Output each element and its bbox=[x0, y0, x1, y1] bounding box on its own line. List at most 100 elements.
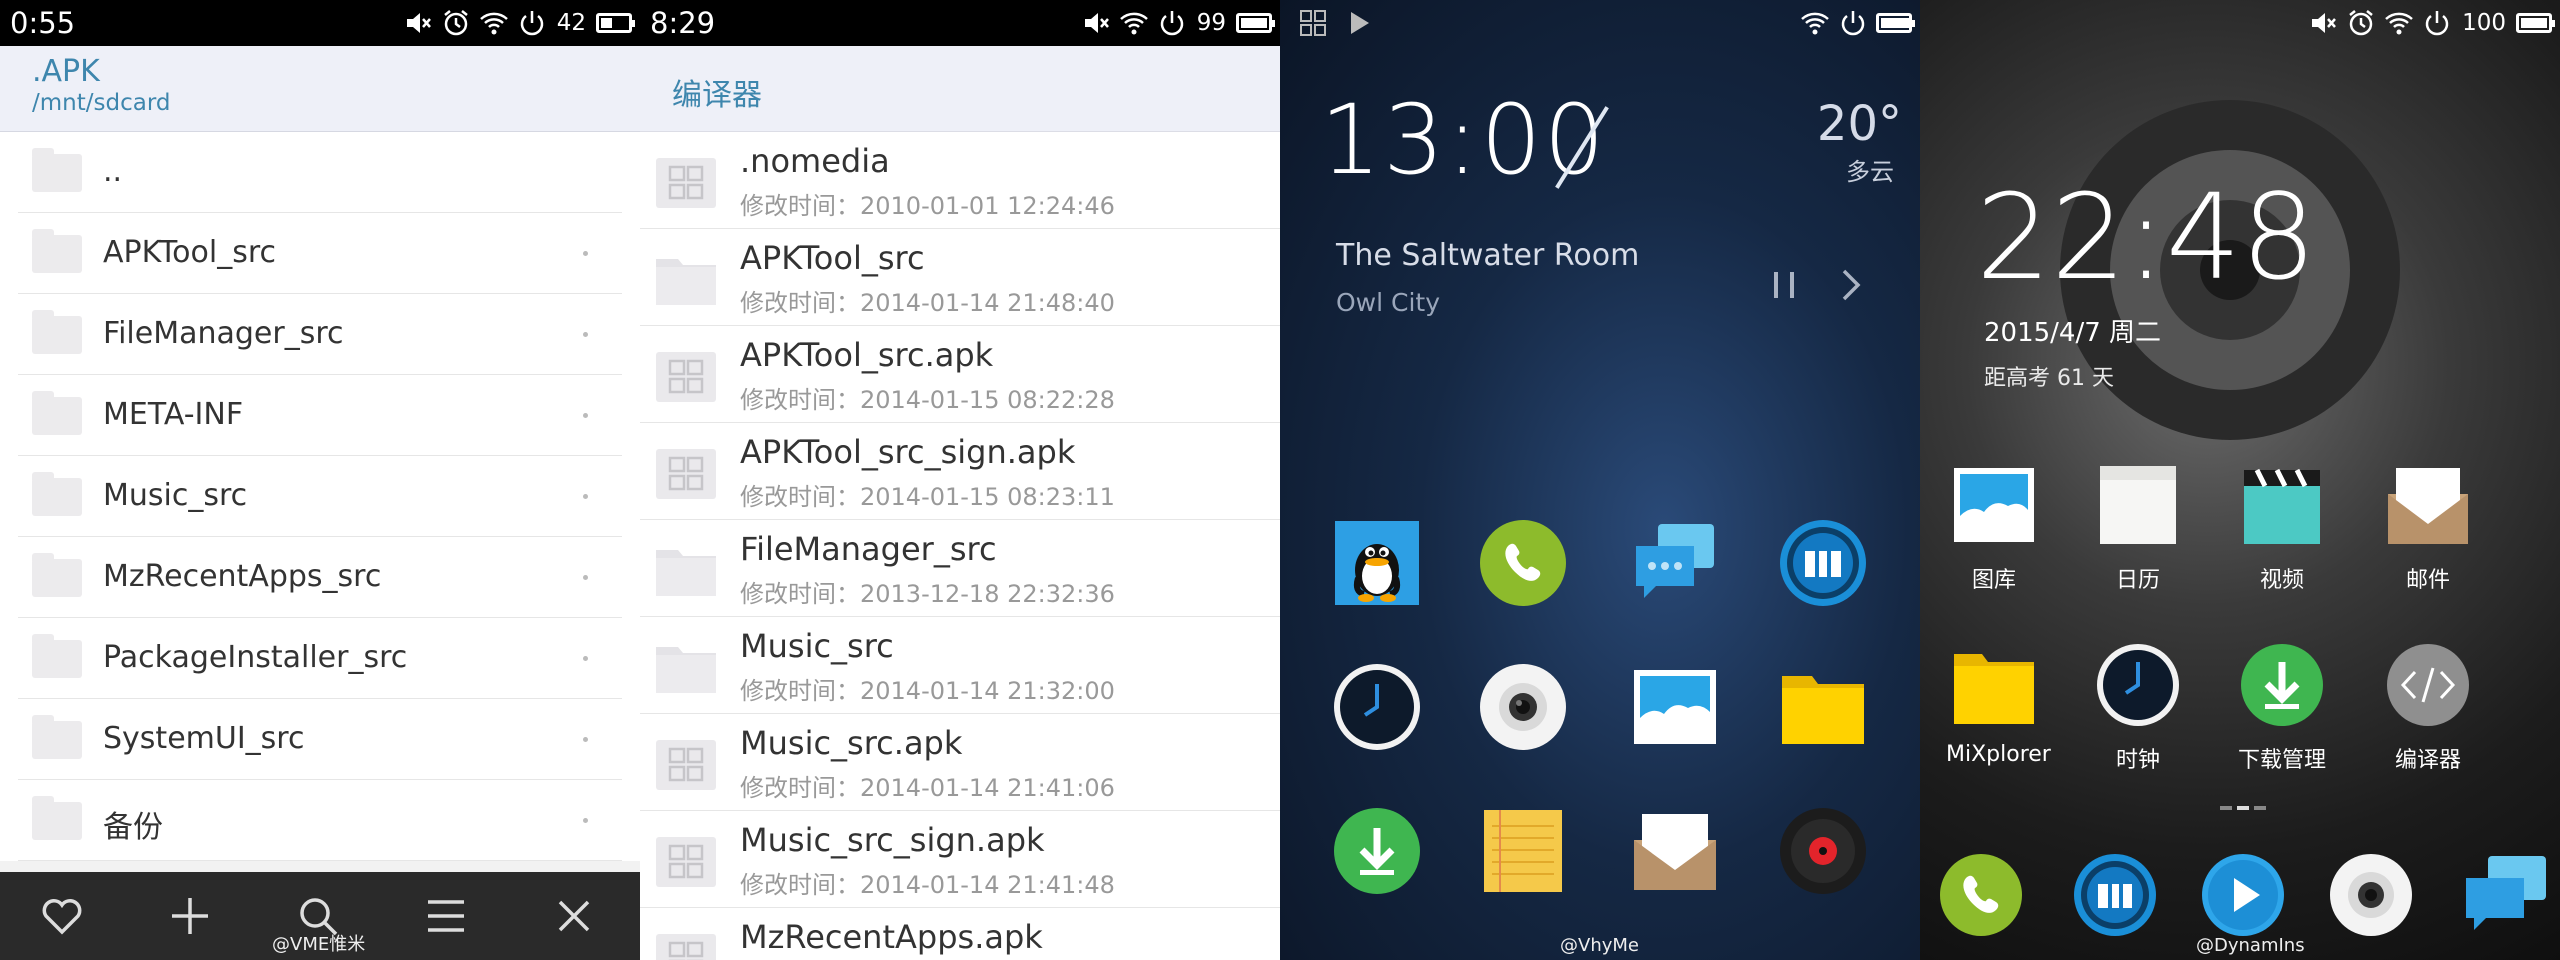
favorite-button[interactable] bbox=[38, 892, 86, 940]
phone-icon[interactable] bbox=[1938, 852, 2024, 938]
app-compiler[interactable]: 编译器 bbox=[2380, 642, 2476, 774]
list-item[interactable]: Music_src.apk 修改时间：2014-01-14 21:41:06 bbox=[640, 714, 1280, 811]
clock-icon[interactable] bbox=[1332, 662, 1422, 752]
power-icon bbox=[2425, 11, 2449, 36]
calendar-icon bbox=[2100, 466, 2176, 544]
list-item[interactable]: APKTool_src bbox=[18, 213, 622, 294]
messages-icon[interactable] bbox=[1630, 518, 1720, 608]
music-icon[interactable] bbox=[1778, 806, 1868, 896]
clock-widget: 22:48 bbox=[1976, 168, 2317, 306]
page-indicator bbox=[2220, 806, 2266, 810]
watermark: @VhyMe bbox=[1560, 935, 1639, 956]
folder-icon bbox=[32, 148, 82, 192]
more-icon[interactable] bbox=[583, 818, 588, 823]
app-label: 编译器 bbox=[2394, 748, 2461, 773]
menu-button[interactable] bbox=[422, 892, 470, 940]
battery-level bbox=[1241, 18, 1267, 28]
battery-percent: 100 bbox=[2462, 10, 2506, 36]
list-item[interactable]: APKTool_src.apk 修改时间：2014-01-15 08:22:28 bbox=[640, 326, 1280, 423]
next-button[interactable] bbox=[1836, 268, 1866, 302]
phone-icon[interactable] bbox=[1478, 518, 1568, 608]
modified-time: 修改时间：2014-01-14 21:41:48 bbox=[740, 871, 1115, 899]
play-icon[interactable] bbox=[2200, 852, 2286, 938]
file-name: Music_src.apk bbox=[740, 724, 963, 762]
pause-button[interactable] bbox=[1770, 270, 1800, 300]
item-name: SystemUI_src bbox=[103, 721, 305, 756]
more-icon[interactable] bbox=[583, 737, 588, 742]
status-bar bbox=[1280, 0, 1920, 46]
gallery-icon bbox=[1954, 468, 2034, 542]
list-item[interactable]: APKTool_src_sign.apk 修改时间：2014-01-15 08:2… bbox=[640, 423, 1280, 520]
list-item[interactable]: .. bbox=[18, 132, 622, 213]
app-label: 图库 bbox=[1971, 568, 2016, 593]
app-clock[interactable]: 时钟 bbox=[2090, 642, 2186, 774]
meizu-icon[interactable] bbox=[1778, 518, 1868, 608]
folder-icon bbox=[32, 796, 82, 840]
folder-icon bbox=[32, 553, 82, 597]
folder-icon[interactable] bbox=[1778, 662, 1868, 752]
list-item[interactable]: Music_src 修改时间：2014-01-14 21:32:00 bbox=[640, 617, 1280, 714]
folder-path[interactable]: /mnt/sdcard bbox=[32, 90, 170, 116]
messages-icon[interactable] bbox=[2460, 852, 2550, 938]
more-icon[interactable] bbox=[583, 656, 588, 661]
file-name: MzRecentApps.apk bbox=[740, 918, 1043, 956]
mail-icon[interactable] bbox=[1630, 806, 1720, 896]
home-screen: 100 22:48 2015/4/7 周二 距高考 61 天 图库 日历 视频 … bbox=[1920, 0, 2560, 960]
list-item[interactable]: 备份 bbox=[18, 780, 622, 861]
camera-icon[interactable] bbox=[1478, 662, 1568, 752]
meizu-icon[interactable] bbox=[2072, 852, 2158, 938]
file-icon bbox=[656, 352, 716, 402]
title-header: 编译器 bbox=[640, 46, 1280, 132]
app-calendar[interactable]: 日历 bbox=[2090, 462, 2186, 594]
app-mixplorer[interactable]: MiXplorer bbox=[1946, 642, 2051, 767]
watermark: @DynamIns bbox=[2196, 935, 2305, 956]
status-time: 0:55 bbox=[10, 6, 76, 40]
list-item[interactable]: META-INF bbox=[18, 375, 622, 456]
app-gallery[interactable]: 图库 bbox=[1946, 462, 2042, 594]
weather-condition: 多云 bbox=[1846, 158, 1894, 186]
list-item[interactable]: MzRecentApps_src bbox=[18, 537, 622, 618]
more-icon[interactable] bbox=[583, 575, 588, 580]
power-icon bbox=[1841, 11, 1865, 36]
file-name: APKTool_src_sign.apk bbox=[740, 433, 1076, 471]
camera-icon[interactable] bbox=[2328, 852, 2414, 938]
date-text: 2015/4/7 周二 bbox=[1984, 318, 2162, 348]
list-item[interactable]: Music_src bbox=[18, 456, 622, 537]
clock-icon bbox=[2097, 644, 2179, 726]
list-item[interactable]: SystemUI_src bbox=[18, 699, 622, 780]
file-name: APKTool_src.apk bbox=[740, 336, 994, 374]
folder-title: .APK bbox=[32, 54, 100, 89]
wifi-icon bbox=[1801, 12, 1829, 35]
file-icon bbox=[656, 449, 716, 499]
notes-icon[interactable] bbox=[1478, 806, 1568, 896]
more-icon[interactable] bbox=[583, 251, 588, 256]
folder-icon bbox=[32, 391, 82, 435]
more-icon[interactable] bbox=[583, 494, 588, 499]
more-icon[interactable] bbox=[583, 413, 588, 418]
watermark: @VME惟米 bbox=[272, 934, 366, 955]
file-name: .nomedia bbox=[740, 142, 890, 180]
item-name: MzRecentApps_src bbox=[103, 559, 382, 594]
battery-icon bbox=[1876, 13, 1915, 33]
list-item[interactable]: PackageInstaller_src bbox=[18, 618, 622, 699]
list-item[interactable]: FileManager_src 修改时间：2013-12-18 22:32:36 bbox=[640, 520, 1280, 617]
gallery-icon[interactable] bbox=[1630, 662, 1720, 752]
battery-level bbox=[1881, 18, 1909, 28]
app-mail[interactable]: 邮件 bbox=[2380, 462, 2476, 594]
list-item[interactable]: APKTool_src 修改时间：2014-01-14 21:48:40 bbox=[640, 229, 1280, 326]
app-video[interactable]: 视频 bbox=[2234, 462, 2330, 594]
app-download-manager[interactable]: 下载管理 bbox=[2234, 642, 2330, 774]
bottom-toolbar: @VME惟米 bbox=[0, 872, 640, 960]
more-icon[interactable] bbox=[583, 332, 588, 337]
modified-time: 修改时间：2014-01-14 21:41:06 bbox=[740, 774, 1115, 802]
folder-icon bbox=[32, 229, 82, 273]
list-item[interactable]: .nomedia 修改时间：2010-01-01 12:24:46 bbox=[640, 132, 1280, 229]
battery-icon bbox=[1236, 13, 1275, 33]
list-item[interactable]: MzRecentApps.apk bbox=[640, 908, 1280, 960]
close-button[interactable] bbox=[550, 892, 598, 940]
qq-icon[interactable] bbox=[1332, 518, 1422, 608]
list-item[interactable]: Music_src_sign.apk 修改时间：2014-01-14 21:41:… bbox=[640, 811, 1280, 908]
list-item[interactable]: FileManager_src bbox=[18, 294, 622, 375]
download-icon[interactable] bbox=[1332, 806, 1422, 896]
add-button[interactable] bbox=[166, 892, 214, 940]
